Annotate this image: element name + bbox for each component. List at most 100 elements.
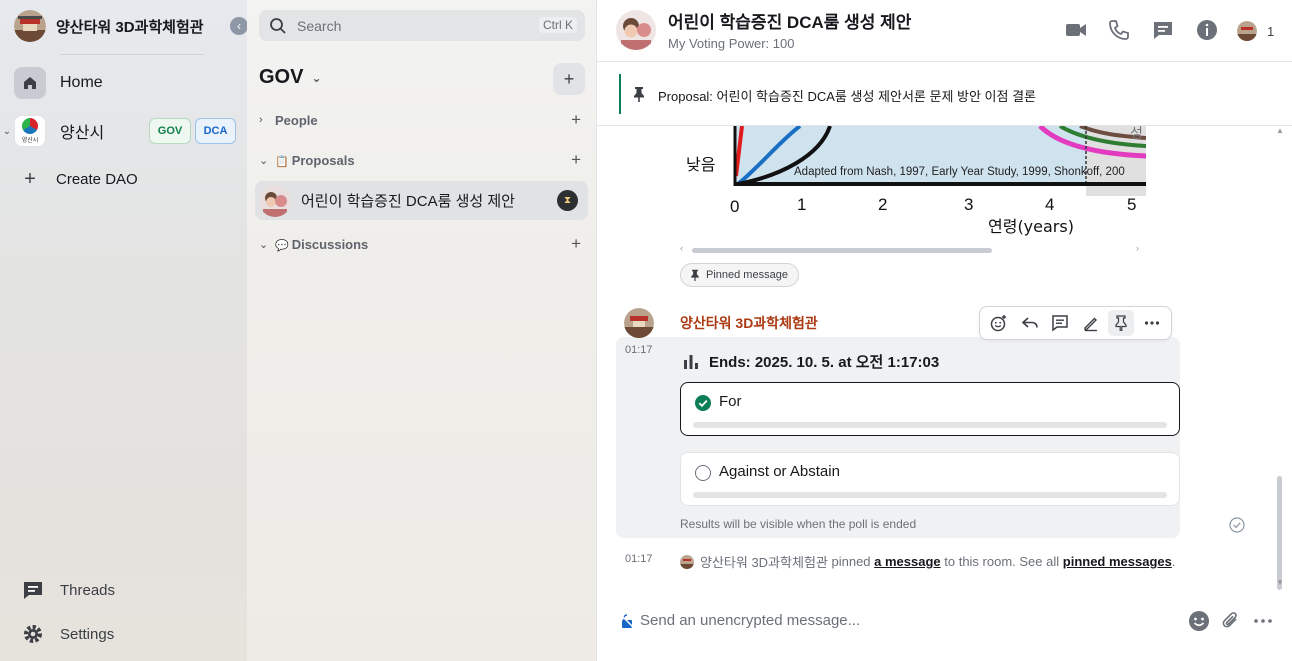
unencrypted-lock-icon [621, 614, 633, 628]
message-composer[interactable]: Send an unencrypted message... [597, 596, 1292, 661]
section-proposals[interactable]: ⌄ 📋 Proposals + [259, 150, 585, 170]
threads-icon[interactable] [1151, 18, 1175, 42]
pin-icon [634, 87, 644, 102]
pin-event: 양산타워 3D과학체험관 pinned a message to this ro… [680, 552, 1176, 571]
axis-age-label: 연령(years) [988, 217, 1074, 236]
create-dao-button[interactable]: + Create DAO [22, 166, 138, 192]
poll-option-for[interactable]: For [680, 382, 1180, 436]
voting-power: My Voting Power: 100 [668, 36, 795, 51]
edit-button[interactable] [1078, 310, 1104, 336]
composer-placeholder: Send an unencrypted message... [640, 612, 861, 629]
space-title: 양산타워 3D과학체험관 [56, 18, 204, 36]
space-menu-title[interactable]: GOV ⌄ [259, 66, 322, 89]
pinned-accent-bar [619, 74, 621, 114]
create-dao-label: Create DAO [56, 170, 138, 188]
room-title[interactable]: 어린이 학습증진 DCA룸 생성 제안 [668, 8, 911, 33]
room-header: 어린이 학습증진 DCA룸 생성 제안 My Voting Power: 100… [597, 0, 1292, 62]
poll-option-bar [693, 492, 1167, 498]
member-list-button[interactable]: 1 [1237, 21, 1274, 41]
paperclip-icon[interactable] [1220, 610, 1242, 632]
poll-option-label: For [719, 393, 742, 410]
message-timestamp: 01:17 [625, 344, 653, 356]
settings-label: Settings [60, 625, 115, 643]
space-avatar [14, 10, 46, 42]
thread-icon [1052, 315, 1068, 332]
sender-name[interactable]: 양산타워 3D과학체험관 [680, 313, 818, 333]
unpin-button[interactable] [1108, 310, 1135, 336]
timeline-scrollbar[interactable] [1277, 476, 1282, 590]
room-list-panel: Search Ctrl K GOV ⌄ + › People + ⌄ 📋 Prop… [247, 0, 597, 661]
poll-chart-icon [684, 354, 698, 369]
chevron-down-icon: ⌄ [311, 70, 322, 85]
nav-yangsan-label: 양산시 [60, 125, 105, 142]
nav-home[interactable]: Home [14, 66, 103, 100]
image-horizontal-scrollbar[interactable]: ‹ › [680, 243, 1146, 256]
shortcut-hint: Ctrl K [539, 17, 577, 33]
video-call-icon[interactable] [1064, 18, 1088, 42]
section-people-label: People [275, 112, 318, 128]
react-button[interactable] [986, 310, 1012, 336]
chevron-down-icon: ⌄ [259, 238, 269, 251]
speech-bubble-icon: 💬 [275, 239, 289, 252]
phone-icon[interactable] [1107, 18, 1131, 42]
event-actor: 양산타워 3D과학체험관 [700, 555, 828, 570]
space-menu-label: GOV [259, 66, 304, 88]
threads-button[interactable]: Threads [22, 577, 115, 603]
section-people[interactable]: › People + [259, 110, 585, 130]
add-proposal-button[interactable]: + [571, 150, 581, 170]
tag-gov[interactable]: GOV [149, 118, 191, 144]
search-input[interactable]: Search Ctrl K [259, 10, 585, 41]
settings-button[interactable]: Settings [22, 621, 114, 647]
chevron-down-icon: ⌄ [259, 154, 269, 167]
member-count: 1 [1267, 23, 1275, 39]
section-discussions[interactable]: ⌄ 💬 Discussions + [259, 234, 585, 254]
add-room-button[interactable]: + [553, 63, 585, 95]
hourglass-icon: ⧗ [557, 190, 578, 211]
event-text-a: pinned [827, 554, 875, 569]
chevron-down-icon[interactable]: ⌄ [0, 126, 14, 137]
check-circle-icon [695, 395, 711, 411]
reply-in-thread-button[interactable] [1047, 310, 1073, 336]
reply-button[interactable] [1017, 310, 1043, 336]
all-pinned-messages-link[interactable]: pinned messages [1063, 554, 1172, 569]
room-avatar[interactable] [616, 10, 656, 50]
collapse-sidebar-button[interactable]: ‹ [230, 17, 248, 35]
sender-avatar[interactable] [624, 308, 654, 338]
read-receipt-icon[interactable] [1229, 517, 1245, 533]
ellipsis-icon [1144, 321, 1159, 325]
pinned-message-chip[interactable]: Pinned message [680, 263, 799, 287]
info-icon[interactable] [1195, 18, 1219, 42]
poll-header: Ends: 2025. 10. 5. at 오전 1:17:03 [683, 351, 939, 372]
timeline: 낮음 Adapted from Nash, 1997, Early Year S… [597, 126, 1292, 596]
search-icon [270, 17, 286, 34]
pinned-message-link[interactable]: a message [874, 554, 941, 569]
tick-4: 4 [1045, 195, 1054, 214]
member-avatar [1237, 21, 1257, 41]
clipboard-icon: 📋 [275, 155, 289, 168]
radio-empty-icon [695, 465, 711, 481]
home-icon [14, 67, 46, 99]
tag-dca[interactable]: DCA [195, 118, 236, 144]
threads-icon [24, 582, 42, 599]
event-timestamp: 01:17 [625, 553, 653, 565]
divider [60, 54, 204, 55]
add-people-button[interactable]: + [571, 110, 581, 130]
more-options-icon[interactable] [1252, 610, 1274, 632]
poll-option-against[interactable]: Against or Abstain [680, 452, 1180, 506]
pin-icon [1115, 315, 1127, 331]
space-header[interactable]: 양산타워 3D과학체험관 ‹ [14, 10, 248, 42]
tick-3: 3 [964, 195, 973, 214]
section-proposals-label: Proposals [291, 152, 355, 168]
image-citation: Adapted from Nash, 1997, Early Year Stud… [794, 166, 1125, 178]
emoji-icon[interactable] [1188, 610, 1210, 632]
threads-label: Threads [60, 581, 116, 599]
pinned-chip-label: Pinned message [706, 269, 788, 281]
axis-low-label: 낮음 [686, 155, 715, 174]
gear-icon [24, 625, 42, 643]
pinned-message-banner[interactable]: Proposal: 어린이 학습증진 DCA룸 생성 제안서론 문제 방안 이점… [597, 62, 1292, 126]
room-list-item[interactable]: 어린이 학습증진 DCA룸 생성 제안 ⧗ [255, 181, 588, 220]
more-options-button[interactable] [1139, 310, 1165, 336]
add-discussion-button[interactable]: + [571, 234, 581, 254]
event-text-b: to this room. See all [940, 554, 1063, 569]
image-attachment[interactable]: 낮음 Adapted from Nash, 1997, Early Year S… [680, 126, 1146, 246]
